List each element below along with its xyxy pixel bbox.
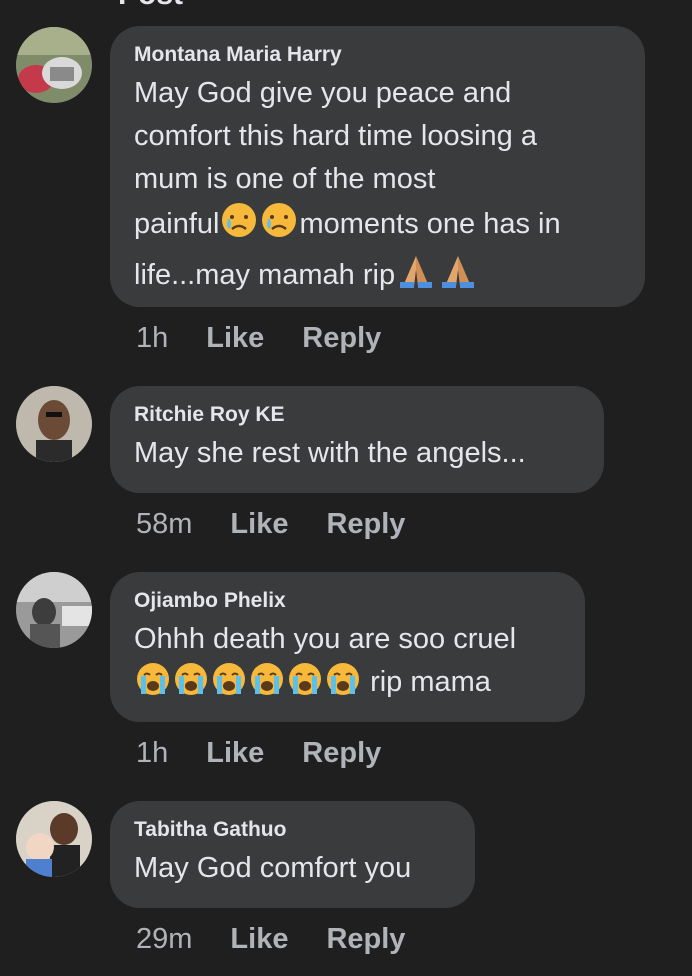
avatar[interactable] — [16, 801, 92, 877]
comment-text: May God give you peace and comfort this … — [134, 72, 619, 303]
comment-bubble: Tabitha Gathuo May God comfort you — [110, 801, 475, 908]
comment-text-line: Ohhh death you are soo cruel — [134, 623, 517, 655]
comment-bubble: Montana Maria Harry May God give you pea… — [110, 26, 645, 307]
comment-timestamp: 1h — [136, 322, 169, 354]
comment-actions: 58m Like Reply — [136, 508, 405, 541]
comment-text-line: life...may mamah rip — [134, 252, 619, 303]
comment-timestamp: 1h — [136, 737, 169, 769]
comment-author[interactable]: Montana Maria Harry — [134, 42, 619, 68]
comment-text: Ohhh death you are soo cruel rip mama — [134, 618, 559, 710]
like-button[interactable]: Like — [230, 923, 288, 956]
comment-actions: 1h Like Reply — [136, 737, 381, 770]
comment-text-tail: rip mama — [370, 666, 491, 698]
comment-text-line: painful moments one has in — [134, 201, 619, 252]
sad-face-emoji-icon — [220, 201, 258, 252]
comment-text-line: May God give you peace and — [134, 77, 512, 109]
comment-text: May God comfort you — [134, 852, 412, 884]
comment-bubble: Ritchie Roy KE May she rest with the ang… — [110, 386, 604, 493]
comment-text: May she rest with the angels... — [134, 437, 526, 469]
crying-face-emoji-icon — [211, 661, 247, 710]
sad-face-emoji-icon — [260, 201, 298, 252]
reply-button[interactable]: Reply — [302, 737, 381, 770]
avatar[interactable] — [16, 572, 92, 648]
like-button[interactable]: Like — [206, 737, 264, 770]
comment-author[interactable]: Ritchie Roy KE — [134, 402, 578, 428]
reply-button[interactable]: Reply — [326, 923, 405, 956]
praying-hands-emoji-icon — [396, 252, 436, 303]
praying-hands-emoji-icon — [438, 252, 478, 303]
crying-face-emoji-icon — [287, 661, 323, 710]
comment-actions: 1h Like Reply — [136, 322, 381, 355]
comment-timestamp: 58m — [136, 508, 193, 540]
crying-face-emoji-icon — [325, 661, 361, 710]
crying-face-emoji-icon — [249, 661, 285, 710]
avatar[interactable] — [16, 386, 92, 462]
comment-author[interactable]: Ojiambo Phelix — [134, 588, 559, 614]
reply-button[interactable]: Reply — [302, 322, 381, 355]
page-title: Post — [118, 0, 183, 12]
like-button[interactable]: Like — [206, 322, 264, 355]
comment-bubble: Ojiambo Phelix Ohhh death you are soo cr… — [110, 572, 585, 722]
comment-text-line: rip mama — [134, 661, 559, 710]
avatar[interactable] — [16, 27, 92, 103]
comment-text-line: mum is one of the most — [134, 163, 436, 195]
reply-button[interactable]: Reply — [326, 508, 405, 541]
comment-author[interactable]: Tabitha Gathuo — [134, 817, 449, 843]
comment-text-line: comfort this hard time loosing a — [134, 120, 537, 152]
comment-actions: 29m Like Reply — [136, 923, 405, 956]
comment-timestamp: 29m — [136, 923, 193, 955]
crying-face-emoji-icon — [173, 661, 209, 710]
crying-face-emoji-icon — [135, 661, 171, 710]
like-button[interactable]: Like — [230, 508, 288, 541]
